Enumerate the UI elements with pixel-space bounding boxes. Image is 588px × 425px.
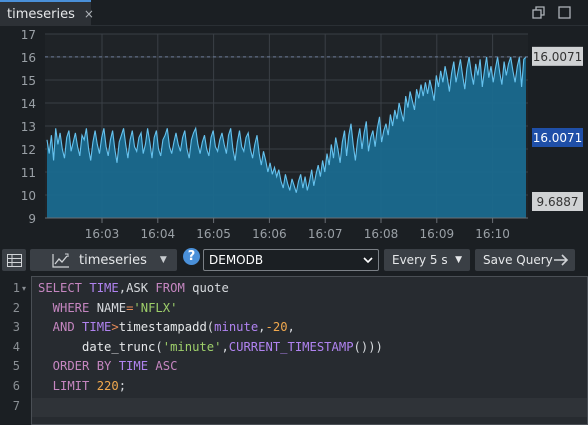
code-token: TIME	[89, 281, 119, 295]
y-tick-label: 10	[21, 189, 36, 203]
chevron-down-icon: ▼	[159, 255, 167, 265]
y-tick-label: 17	[21, 28, 36, 42]
code-token: ,	[287, 320, 295, 335]
code-token: WHERE	[38, 300, 97, 315]
tab-timeseries[interactable]: timeseries ×	[0, 0, 94, 26]
code-token: CURRENT_TIMESTAMP	[228, 339, 354, 354]
code-token: >	[111, 320, 119, 335]
line-chart-icon	[52, 253, 69, 268]
code-line: ORDER BY TIME ASC	[38, 359, 178, 374]
max-value-label: 16.0071	[533, 50, 583, 64]
arrow-right-icon	[554, 254, 569, 266]
line-number: 6	[12, 379, 20, 393]
chevron-down-icon: ▼	[455, 255, 462, 265]
y-tick-label: 11	[21, 166, 36, 180]
code-token: TIME	[118, 359, 149, 374]
line-number: 2	[12, 300, 20, 315]
save-query-label: Save Query	[483, 253, 553, 267]
code-token: quote	[192, 281, 229, 295]
x-tick-label: 16:06	[252, 227, 287, 241]
code-token: ORDER BY	[38, 359, 119, 374]
code-token: ASK	[126, 281, 149, 295]
tab-label: timeseries	[7, 6, 75, 22]
code-token: ;	[118, 379, 127, 393]
line-number: 1	[12, 281, 20, 295]
code-token: FROM	[148, 281, 193, 295]
code-line: SELECT TIME,ASK FROM quote	[38, 281, 229, 295]
code-token: minute	[214, 320, 259, 335]
y-tick-label: 15	[21, 74, 36, 88]
y-tick-label: 14	[21, 97, 36, 111]
line-number: 5	[12, 359, 20, 374]
code-token: date_trunc	[38, 339, 156, 354]
maximize-icon[interactable]	[557, 5, 572, 20]
x-tick-label: 16:07	[308, 227, 343, 241]
code-token: ,	[258, 320, 266, 335]
code-area[interactable]: SELECT TIME,ASK FROM quote WHERE NAME='N…	[31, 276, 588, 425]
restore-window-icon[interactable]	[531, 5, 546, 20]
x-tick-label: 16:08	[364, 227, 399, 241]
fold-chevron-icon[interactable]: ▾	[22, 284, 26, 293]
code-line: AND TIME>timestampadd(minute,-20,	[38, 320, 295, 334]
code-token: ()))	[353, 339, 383, 354]
line-number: 3	[12, 320, 20, 335]
table-view-button[interactable]	[2, 249, 26, 271]
timeseries-chart: 9 10 11 12 13 14 15 16 17 16:03 16:04 16:05 16:06 16:…	[21, 28, 583, 241]
code-token: ,	[118, 281, 127, 295]
help-icon[interactable]: ?	[183, 248, 200, 265]
chart-type-label: timeseries	[79, 252, 147, 268]
y-tick-label: 12	[21, 143, 36, 157]
code-token: AND	[38, 320, 83, 335]
x-tick-label: 16:09	[420, 227, 455, 241]
code-token: LIMIT	[38, 379, 97, 393]
code-token: (	[155, 339, 163, 354]
code-line: WHERE NAME='NFLX'	[38, 300, 178, 315]
y-tick-label: 9	[28, 212, 36, 226]
sql-editor[interactable]: ▾ 1234567 SELECT TIME,ASK FROM quote WHE…	[0, 276, 588, 425]
query-toolbar: timeseries ▼ ? DEMODB Every 5 s ▼ Save Q…	[0, 248, 588, 273]
code-token: SELECT	[38, 281, 90, 295]
save-query-button[interactable]: Save Query	[475, 249, 575, 271]
code-line: LIMIT 220;	[38, 379, 126, 393]
code-token: 220	[96, 379, 119, 393]
database-value: DEMODB	[209, 253, 264, 267]
code-token: -20	[265, 320, 288, 335]
table-grid-icon	[6, 253, 22, 267]
tab-bar: timeseries ×	[0, 0, 588, 26]
y-tick-label: 13	[21, 120, 36, 134]
line-number-gutter: ▾ 1 2 3 4 5 6 7	[0, 276, 31, 425]
x-tick-label: 16:05	[196, 227, 231, 241]
code-token: timestampadd	[118, 320, 207, 335]
code-token: ASC	[148, 359, 178, 374]
code-token: 'minute'	[162, 339, 222, 354]
x-tick-label: 16:04	[141, 227, 176, 241]
code-token: 'NFLX'	[133, 300, 178, 315]
current-line-highlight	[32, 398, 587, 417]
line-number: 4	[12, 339, 20, 354]
x-tick-label: 16:10	[475, 227, 510, 241]
refresh-interval-dropdown[interactable]: Every 5 s ▼	[384, 249, 470, 271]
chart-type-dropdown[interactable]: timeseries ▼	[30, 249, 177, 271]
code-line: date_trunc('minute',CURRENT_TIMESTAMP())…	[38, 340, 383, 354]
code-token: ,	[221, 339, 229, 354]
y-tick-label: 16	[21, 51, 36, 65]
refresh-interval-label: Every 5 s	[392, 253, 448, 267]
code-token: NAME	[96, 300, 127, 315]
x-tick-label: 16:03	[85, 227, 120, 241]
close-icon[interactable]: ×	[84, 7, 94, 21]
chevron-down-icon	[363, 257, 373, 264]
min-value-label: 9.6887	[537, 195, 579, 209]
line-number: 7	[12, 398, 20, 413]
database-select[interactable]: DEMODB	[203, 249, 379, 271]
code-token: TIME	[82, 320, 112, 335]
last-value-label: 16.0071	[533, 131, 583, 145]
